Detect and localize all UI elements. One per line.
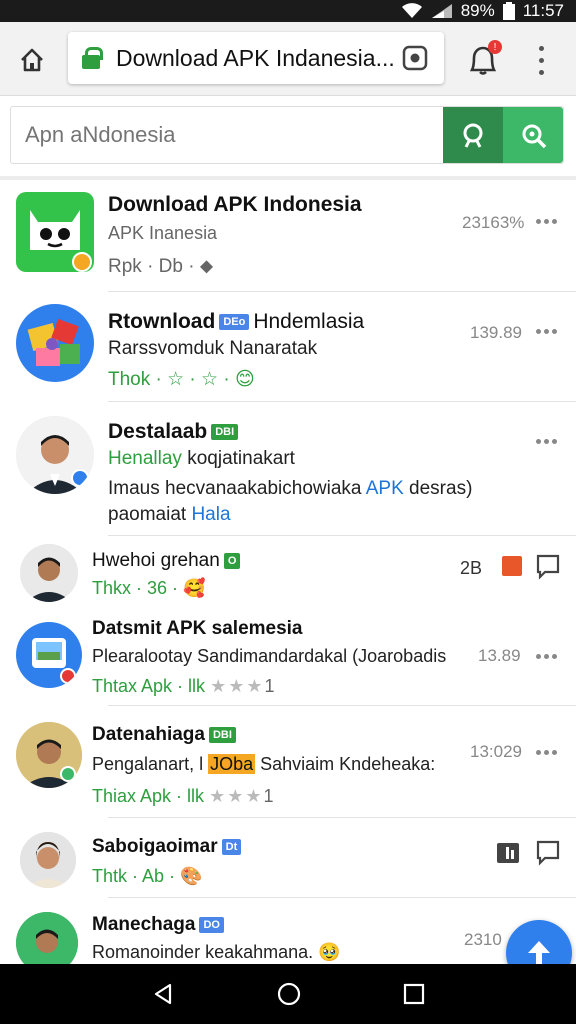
item-badge: DO <box>199 916 224 933</box>
item-meta: Thkx · 36 · 🥰 <box>92 578 206 598</box>
home-nav-button[interactable] <box>276 981 302 1007</box>
comment-icon <box>536 554 560 580</box>
item-line: Imaus hecvanaakabichowiaka APK desras) <box>108 478 473 499</box>
browser-toolbar: Download APK Indanesia... ! <box>0 22 576 96</box>
item-title: Destalaab DBI <box>108 420 242 444</box>
avatar <box>16 622 82 688</box>
back-button[interactable] <box>151 982 175 1006</box>
item-meta: Rpk · Db · ⬥ <box>108 256 214 277</box>
tab-icon <box>402 45 428 71</box>
item-title: Download APK Indonesia <box>108 193 362 216</box>
emoji-icon: 😊 <box>234 369 255 390</box>
item-badge: DBI <box>208 726 236 743</box>
lock-icon <box>82 47 103 69</box>
wifi-icon <box>401 3 423 19</box>
emoji-icon: 🎨 <box>180 866 203 886</box>
item-link[interactable]: Hala <box>191 504 230 525</box>
media-icon <box>497 843 519 863</box>
item-badge: DBI <box>211 424 239 441</box>
item-more-button[interactable] <box>536 750 557 755</box>
url-text: Download APK Indanesia... <box>116 44 395 71</box>
voice-search-button[interactable] <box>503 107 563 163</box>
signal-icon <box>431 3 453 19</box>
tag-icon: ⬥ <box>199 256 214 277</box>
tab-switcher-button[interactable] <box>398 41 432 75</box>
media-button[interactable] <box>496 842 520 869</box>
overflow-menu-button[interactable] <box>528 42 554 78</box>
rating-stars: ★★★ <box>209 786 264 806</box>
item-more-button[interactable] <box>536 219 557 224</box>
arrow-up-icon <box>528 941 550 965</box>
list-item[interactable]: Saboigaoimar Dt Thtk · Ab · 🎨 <box>0 818 576 898</box>
item-more-button[interactable] <box>536 329 557 334</box>
app-icon <box>16 192 94 272</box>
item-title: Datenahiaga DBI <box>92 724 240 746</box>
list-item[interactable]: Destalaab DBI Henallay koqjatinakart Imau… <box>0 402 576 536</box>
notifications-button[interactable]: ! <box>462 38 504 80</box>
search-button[interactable] <box>443 107 503 163</box>
system-nav-bar <box>0 964 576 1024</box>
item-badge: DEo <box>219 314 250 331</box>
list-item[interactable]: Manechaga DO Romanoinder keakahmana. 🥹 23… <box>0 898 576 974</box>
item-badge: O <box>223 552 241 569</box>
battery-percent: 89% <box>460 1 495 20</box>
item-subtitle: APK Inanesia <box>108 223 218 243</box>
item-meta: Thtax Apk · llk ★★★1 <box>92 676 275 696</box>
item-line: Henallay koqjatinakart <box>108 448 295 469</box>
recents-button[interactable] <box>403 983 425 1005</box>
notification-badge: ! <box>488 40 502 54</box>
item-link[interactable]: APK <box>366 478 404 499</box>
emoji-icon: 🥹 <box>318 942 341 962</box>
settings-search-icon <box>522 124 547 149</box>
search-section <box>0 96 576 176</box>
list-item[interactable]: Hwehoi grehan O Thkx · 36 · 🥰 2B <box>0 536 576 606</box>
search-icon <box>463 123 483 148</box>
item-stat: 2310 <box>464 930 502 949</box>
avatar <box>16 304 94 382</box>
item-subtitle: Romanoinder keakahmana. 🥹 <box>92 942 341 962</box>
item-title: Rtownload DEo Hndemlasia <box>108 310 365 333</box>
flag-icon[interactable] <box>502 556 522 576</box>
item-stat: 13:029 <box>470 742 522 761</box>
comment-button[interactable] <box>536 554 560 585</box>
home-button[interactable] <box>14 42 50 78</box>
item-title: Datsmit APK salemesia <box>92 618 303 639</box>
item-title: Saboigaoimar Dt <box>92 836 245 858</box>
comment-button[interactable] <box>536 840 560 871</box>
clock: 11:57 <box>522 1 564 20</box>
emoji-icon: 🥰 <box>183 578 206 598</box>
status-bar: 89% 11:57 <box>0 0 576 22</box>
item-subtitle: Plearalootay Sandimandardakal (Joarobadi… <box>92 646 447 666</box>
item-more-button[interactable] <box>536 654 557 659</box>
item-line: paomaiat Hala <box>108 504 231 525</box>
comment-icon <box>536 840 560 866</box>
item-stat: 23163% <box>462 213 525 232</box>
rating-stars: ★★★ <box>210 676 265 696</box>
item-meta: Thok · ☆ · ☆ · 😊 <box>108 369 255 390</box>
item-meta: Thtk · Ab · 🎨 <box>92 866 203 886</box>
avatar <box>16 722 82 788</box>
list-item[interactable]: Download APK Indonesia APK Inanesia Rpk … <box>0 180 576 292</box>
item-stat: 2B <box>460 558 483 578</box>
avatar <box>20 544 78 602</box>
list-item[interactable]: Datenahiaga DBI Pengalanart, l JOba Sahvi… <box>0 706 576 818</box>
list-item[interactable]: Rtownload DEo Hndemlasia Rarssvomduk Nanar… <box>0 292 576 402</box>
item-stat: 13.89 <box>478 646 521 665</box>
item-subtitle: Rarssvomduk Nanaratak <box>108 338 318 359</box>
item-meta: Thiax Apk · llk ★★★1 <box>92 786 274 806</box>
item-title: Manechaga DO <box>92 914 228 936</box>
avatar <box>20 832 76 888</box>
home-icon <box>21 48 43 72</box>
list-item[interactable]: Datsmit APK salemesia Plearalootay Sandi… <box>0 606 576 706</box>
item-subtitle: Pengalanart, l JOba Sahviaim Kndeheaka: <box>92 754 436 774</box>
item-more-button[interactable] <box>536 439 557 444</box>
item-stat: 139.89 <box>470 323 522 342</box>
item-title: Hwehoi grehan O <box>92 550 244 572</box>
search-input[interactable] <box>11 122 443 148</box>
search-bar <box>10 106 564 164</box>
battery-icon <box>502 2 515 20</box>
url-bar[interactable]: Download APK Indanesia... <box>68 32 444 84</box>
item-badge: Dt <box>221 838 242 855</box>
avatar <box>16 416 94 494</box>
